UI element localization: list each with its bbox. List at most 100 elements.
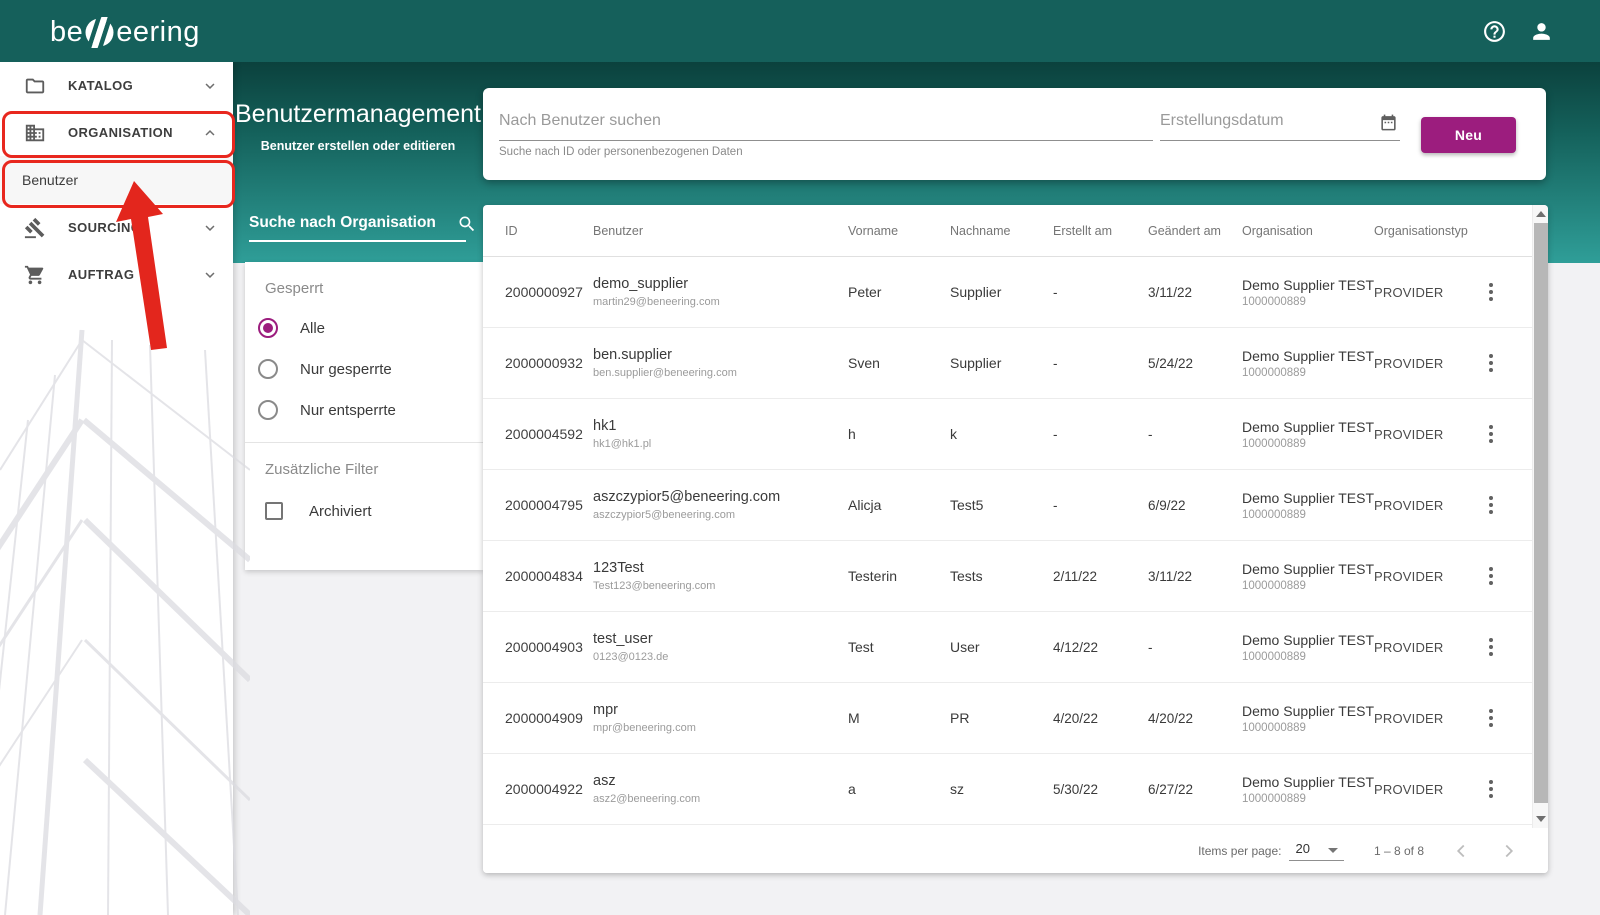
items-per-page-value: 20 bbox=[1295, 841, 1309, 856]
row-menu-icon[interactable] bbox=[1484, 283, 1498, 301]
row-menu-icon[interactable] bbox=[1484, 709, 1498, 727]
account-icon[interactable] bbox=[1529, 19, 1554, 44]
org-name: Demo Supplier TEST bbox=[1242, 277, 1374, 293]
org-id: 1000000889 bbox=[1242, 793, 1374, 805]
row-menu-icon[interactable] bbox=[1484, 354, 1498, 372]
table-row[interactable]: 2000004922 asz asz2@beneering.com a sz 5… bbox=[483, 754, 1548, 825]
calendar-icon[interactable] bbox=[1379, 113, 1398, 132]
filter-panel: Gesperrt Alle Nur gesperrte Nur entsperr… bbox=[245, 262, 483, 570]
sidebar-item-sourcing[interactable]: SOURCING bbox=[0, 204, 233, 251]
table-row[interactable]: 2000000927 demo_supplier martin29@beneer… bbox=[483, 257, 1548, 328]
cell-geaendert-am: - bbox=[1148, 427, 1242, 442]
scroll-up-icon[interactable] bbox=[1536, 211, 1546, 217]
table-row[interactable]: 2000004909 mpr mpr@beneering.com M PR 4/… bbox=[483, 683, 1548, 754]
sidebar-item-label: AUFTRAG bbox=[68, 267, 201, 282]
gavel-icon bbox=[24, 217, 46, 239]
cell-organisationstyp: PROVIDER bbox=[1374, 498, 1482, 513]
cell-id: 2000000927 bbox=[505, 284, 593, 300]
org-name: Demo Supplier TEST bbox=[1242, 632, 1374, 648]
org-id: 1000000889 bbox=[1242, 722, 1374, 734]
checkbox-label: Archiviert bbox=[309, 503, 372, 520]
cell-user: aszczypior5@beneering.com aszczypior5@be… bbox=[593, 489, 848, 521]
cell-organisation: Demo Supplier TEST 1000000889 bbox=[1242, 561, 1374, 592]
cell-user: 123Test Test123@beneering.com bbox=[593, 560, 848, 592]
scrollbar-thumb[interactable] bbox=[1534, 223, 1548, 803]
cell-erstellt-am: 4/12/22 bbox=[1053, 640, 1148, 655]
radio-nur-gesperrte[interactable]: Nur gesperrte bbox=[258, 359, 483, 379]
app-logo: be eering bbox=[50, 14, 200, 50]
radio-unselected-icon bbox=[258, 400, 278, 420]
chevron-up-icon bbox=[201, 124, 219, 142]
building-icon bbox=[24, 122, 46, 144]
cell-vorname: Test bbox=[848, 639, 950, 655]
table-row[interactable]: 2000004903 test_user 0123@0123.de Test U… bbox=[483, 612, 1548, 683]
row-menu-icon[interactable] bbox=[1484, 638, 1498, 656]
user-name: mpr bbox=[593, 702, 848, 718]
cell-organisationstyp: PROVIDER bbox=[1374, 569, 1482, 584]
table-row[interactable]: 2000004795 aszczypior5@beneering.com asz… bbox=[483, 470, 1548, 541]
folder-icon bbox=[24, 75, 46, 97]
cell-organisation: Demo Supplier TEST 1000000889 bbox=[1242, 703, 1374, 734]
table-row[interactable]: 2000000932 ben.supplier ben.supplier@ben… bbox=[483, 328, 1548, 399]
checkbox-icon bbox=[265, 502, 283, 520]
user-name: 123Test bbox=[593, 560, 848, 576]
cell-user: mpr mpr@beneering.com bbox=[593, 702, 848, 734]
chevron-down-icon bbox=[201, 266, 219, 284]
radio-alle[interactable]: Alle bbox=[258, 318, 483, 338]
cell-geaendert-am: 6/9/22 bbox=[1148, 498, 1242, 513]
cell-erstellt-am: - bbox=[1053, 498, 1148, 513]
org-name: Demo Supplier TEST bbox=[1242, 348, 1374, 364]
gesperrt-label: Gesperrt bbox=[265, 280, 483, 297]
cell-organisation: Demo Supplier TEST 1000000889 bbox=[1242, 277, 1374, 308]
cell-nachname: sz bbox=[950, 781, 1053, 797]
creation-date-input[interactable] bbox=[1160, 106, 1379, 140]
search-card: Suche nach ID oder personenbezogenen Dat… bbox=[483, 88, 1546, 180]
scroll-down-icon[interactable] bbox=[1536, 816, 1546, 822]
cell-organisation: Demo Supplier TEST 1000000889 bbox=[1242, 632, 1374, 663]
sidebar-submenu-benutzer[interactable]: Benutzer bbox=[0, 156, 233, 204]
user-search-hint: Suche nach ID oder personenbezogenen Dat… bbox=[499, 146, 1153, 158]
user-email: Test123@beneering.com bbox=[593, 580, 848, 592]
next-page-icon[interactable] bbox=[1498, 840, 1520, 862]
cell-erstellt-am: 2/11/22 bbox=[1053, 569, 1148, 584]
table-row[interactable]: 2000004834 123Test Test123@beneering.com… bbox=[483, 541, 1548, 612]
user-email: aszczypior5@beneering.com bbox=[593, 509, 848, 521]
user-name: ben.supplier bbox=[593, 347, 848, 363]
row-menu-icon[interactable] bbox=[1484, 567, 1498, 585]
sidebar-item-organisation[interactable]: ORGANISATION bbox=[0, 109, 233, 156]
cell-vorname: Sven bbox=[848, 355, 950, 371]
column-header: Organisationstyp bbox=[1374, 224, 1482, 238]
row-menu-icon[interactable] bbox=[1484, 496, 1498, 514]
cell-vorname: Alicja bbox=[848, 497, 950, 513]
cell-vorname: h bbox=[848, 426, 950, 442]
org-id: 1000000889 bbox=[1242, 509, 1374, 521]
user-email: hk1@hk1.pl bbox=[593, 438, 848, 450]
sidebar-item-katalog[interactable]: KATALOG bbox=[0, 62, 233, 109]
chevron-down-icon bbox=[201, 219, 219, 237]
cell-nachname: Supplier bbox=[950, 284, 1053, 300]
shopping-cart-icon bbox=[24, 264, 46, 286]
sidebar: KATALOG ORGANISATION Benutzer SOURCING bbox=[0, 62, 233, 915]
help-icon[interactable] bbox=[1482, 19, 1507, 44]
vertical-scrollbar[interactable] bbox=[1532, 205, 1548, 828]
topbar bbox=[0, 0, 1600, 62]
new-user-button[interactable]: Neu bbox=[1421, 117, 1516, 153]
search-icon[interactable] bbox=[457, 214, 477, 234]
cell-id: 2000004834 bbox=[505, 568, 593, 584]
cell-organisationstyp: PROVIDER bbox=[1374, 711, 1482, 726]
cell-user: asz asz2@beneering.com bbox=[593, 773, 848, 805]
organisation-search-input[interactable] bbox=[249, 214, 457, 240]
logo-n-icon bbox=[84, 17, 115, 48]
logo-text-suffix: eering bbox=[116, 16, 200, 49]
items-per-page-select[interactable]: 20 bbox=[1289, 841, 1343, 861]
row-menu-icon[interactable] bbox=[1484, 425, 1498, 443]
user-search-input[interactable] bbox=[499, 106, 1153, 141]
radio-nur-entsperrte[interactable]: Nur entsperrte bbox=[258, 400, 483, 420]
cell-vorname: a bbox=[848, 781, 950, 797]
table-row[interactable]: 2000004592 hk1 hk1@hk1.pl h k - - Demo S… bbox=[483, 399, 1548, 470]
org-name: Demo Supplier TEST bbox=[1242, 703, 1374, 719]
previous-page-icon[interactable] bbox=[1450, 840, 1472, 862]
row-menu-icon[interactable] bbox=[1484, 780, 1498, 798]
checkbox-archiviert[interactable]: Archiviert bbox=[265, 502, 483, 520]
sidebar-item-auftrag[interactable]: AUFTRAG bbox=[0, 251, 233, 298]
